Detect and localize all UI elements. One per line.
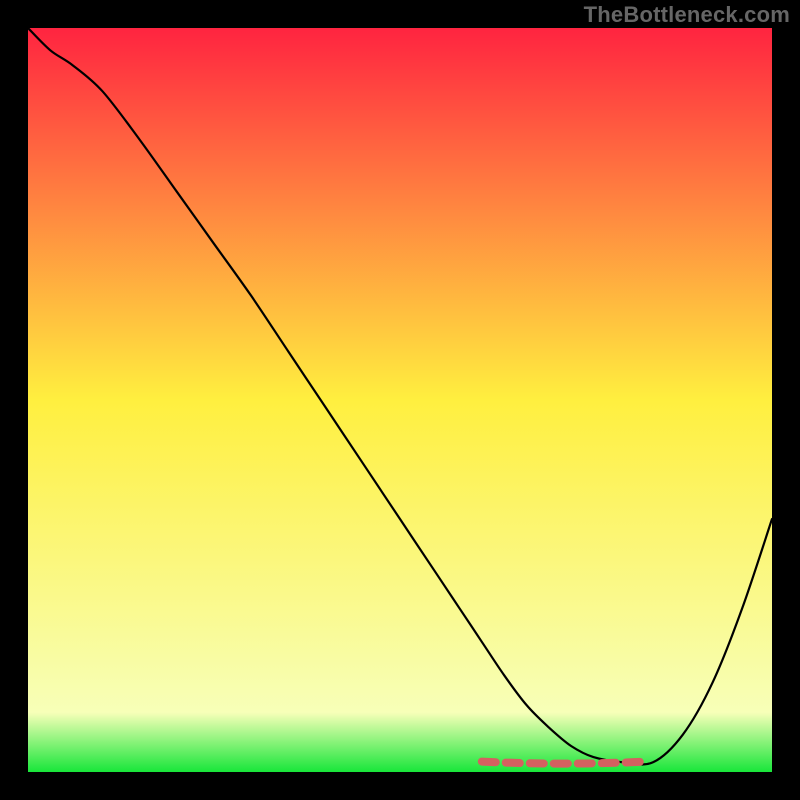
watermark-text: TheBottleneck.com bbox=[584, 2, 790, 28]
chart-frame: TheBottleneck.com bbox=[0, 0, 800, 800]
chart-svg bbox=[28, 28, 772, 772]
